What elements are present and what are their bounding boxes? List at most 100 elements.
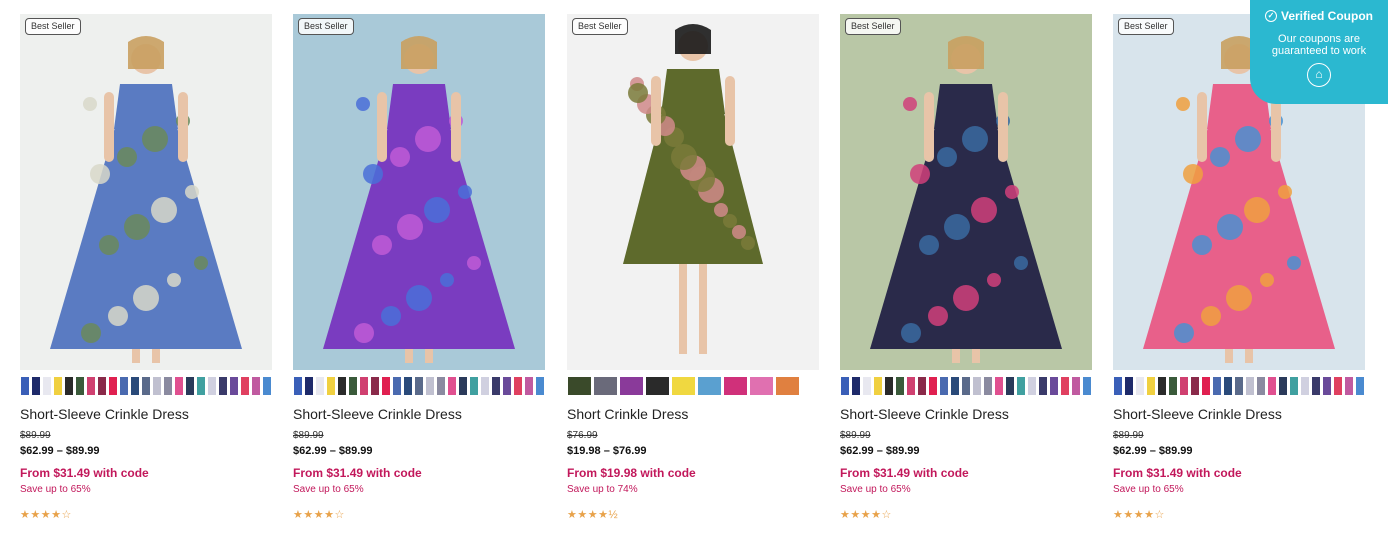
- star-rating[interactable]: ★★★★☆: [1113, 508, 1365, 522]
- color-swatch[interactable]: [218, 376, 228, 396]
- color-swatch[interactable]: [491, 376, 501, 396]
- star-rating[interactable]: ★★★★½: [567, 508, 819, 522]
- color-swatches[interactable]: [1113, 376, 1365, 396]
- product-card[interactable]: Best Seller Short-Sleeve Crinkle Dress $…: [20, 14, 272, 522]
- color-swatch[interactable]: [469, 376, 479, 396]
- color-swatch[interactable]: [1135, 376, 1145, 396]
- color-swatch[interactable]: [196, 376, 206, 396]
- color-swatches[interactable]: [20, 376, 272, 396]
- color-swatch[interactable]: [939, 376, 949, 396]
- color-swatch[interactable]: [163, 376, 173, 396]
- color-swatch[interactable]: [1060, 376, 1070, 396]
- color-swatch[interactable]: [1146, 376, 1156, 396]
- color-swatch[interactable]: [513, 376, 523, 396]
- color-swatch[interactable]: [262, 376, 272, 396]
- color-swatches[interactable]: [567, 376, 819, 396]
- color-swatch[interactable]: [1168, 376, 1178, 396]
- coupon-tag-icon[interactable]: ⌂: [1307, 63, 1331, 87]
- color-swatch[interactable]: [251, 376, 261, 396]
- color-swatch[interactable]: [414, 376, 424, 396]
- product-title[interactable]: Short-Sleeve Crinkle Dress: [293, 406, 545, 424]
- color-swatch[interactable]: [370, 376, 380, 396]
- color-swatch[interactable]: [53, 376, 63, 396]
- color-swatch[interactable]: [928, 376, 938, 396]
- color-swatch[interactable]: [593, 376, 618, 396]
- color-swatch[interactable]: [697, 376, 722, 396]
- color-swatch[interactable]: [775, 376, 800, 396]
- color-swatch[interactable]: [348, 376, 358, 396]
- product-title[interactable]: Short-Sleeve Crinkle Dress: [840, 406, 1092, 424]
- color-swatch[interactable]: [1071, 376, 1081, 396]
- star-rating[interactable]: ★★★★☆: [293, 508, 545, 522]
- color-swatch[interactable]: [1333, 376, 1343, 396]
- color-swatch[interactable]: [1256, 376, 1266, 396]
- color-swatch[interactable]: [1157, 376, 1167, 396]
- color-swatch[interactable]: [141, 376, 151, 396]
- color-swatch[interactable]: [447, 376, 457, 396]
- color-swatch[interactable]: [1322, 376, 1332, 396]
- color-swatch[interactable]: [1267, 376, 1277, 396]
- color-swatch[interactable]: [895, 376, 905, 396]
- color-swatch[interactable]: [392, 376, 402, 396]
- color-swatch[interactable]: [950, 376, 960, 396]
- color-swatch[interactable]: [97, 376, 107, 396]
- color-swatch[interactable]: [535, 376, 545, 396]
- color-swatch[interactable]: [873, 376, 883, 396]
- color-swatch[interactable]: [1344, 376, 1354, 396]
- color-swatch[interactable]: [1038, 376, 1048, 396]
- product-card[interactable]: Best Seller Short-Sleeve Crinkle Dress $…: [840, 14, 1092, 522]
- color-swatch[interactable]: [1124, 376, 1134, 396]
- product-image[interactable]: Best Seller: [567, 14, 819, 370]
- color-swatches[interactable]: [293, 376, 545, 396]
- color-swatch[interactable]: [174, 376, 184, 396]
- color-swatch[interactable]: [1179, 376, 1189, 396]
- color-swatch[interactable]: [31, 376, 41, 396]
- color-swatch[interactable]: [1201, 376, 1211, 396]
- verified-coupon-widget[interactable]: ✓ Verified Coupon Our coupons are guaran…: [1250, 0, 1388, 104]
- star-rating[interactable]: ★★★★☆: [20, 508, 272, 522]
- color-swatch[interactable]: [436, 376, 446, 396]
- color-swatch[interactable]: [1289, 376, 1299, 396]
- color-swatch[interactable]: [20, 376, 30, 396]
- color-swatch[interactable]: [723, 376, 748, 396]
- color-swatch[interactable]: [619, 376, 644, 396]
- color-swatch[interactable]: [840, 376, 850, 396]
- color-swatch[interactable]: [972, 376, 982, 396]
- color-swatch[interactable]: [229, 376, 239, 396]
- color-swatch[interactable]: [1113, 376, 1123, 396]
- color-swatch[interactable]: [86, 376, 96, 396]
- color-swatch[interactable]: [1212, 376, 1222, 396]
- color-swatch[interactable]: [884, 376, 894, 396]
- color-swatch[interactable]: [1245, 376, 1255, 396]
- color-swatch[interactable]: [240, 376, 250, 396]
- color-swatch[interactable]: [1016, 376, 1026, 396]
- color-swatch[interactable]: [64, 376, 74, 396]
- color-swatch[interactable]: [671, 376, 696, 396]
- color-swatch[interactable]: [994, 376, 1004, 396]
- product-title[interactable]: Short Crinkle Dress: [567, 406, 819, 424]
- color-swatch[interactable]: [1278, 376, 1288, 396]
- color-swatch[interactable]: [480, 376, 490, 396]
- color-swatch[interactable]: [567, 376, 592, 396]
- color-swatch[interactable]: [130, 376, 140, 396]
- product-card[interactable]: Best Seller Short-Sleeve Crinkle Dress $…: [293, 14, 545, 522]
- color-swatch[interactable]: [1300, 376, 1310, 396]
- color-swatch[interactable]: [983, 376, 993, 396]
- color-swatch[interactable]: [315, 376, 325, 396]
- product-image[interactable]: Best Seller: [840, 14, 1092, 370]
- color-swatch[interactable]: [359, 376, 369, 396]
- color-swatches[interactable]: [840, 376, 1092, 396]
- color-swatch[interactable]: [293, 376, 303, 396]
- color-swatch[interactable]: [524, 376, 534, 396]
- color-swatch[interactable]: [906, 376, 916, 396]
- color-swatch[interactable]: [1082, 376, 1092, 396]
- color-swatch[interactable]: [1223, 376, 1233, 396]
- color-swatch[interactable]: [749, 376, 774, 396]
- color-swatch[interactable]: [207, 376, 217, 396]
- color-swatch[interactable]: [108, 376, 118, 396]
- color-swatch[interactable]: [1311, 376, 1321, 396]
- color-swatch[interactable]: [851, 376, 861, 396]
- color-swatch[interactable]: [1027, 376, 1037, 396]
- product-card[interactable]: Best Seller Short Crinkle Dress $76.99 $…: [567, 14, 819, 522]
- color-swatch[interactable]: [119, 376, 129, 396]
